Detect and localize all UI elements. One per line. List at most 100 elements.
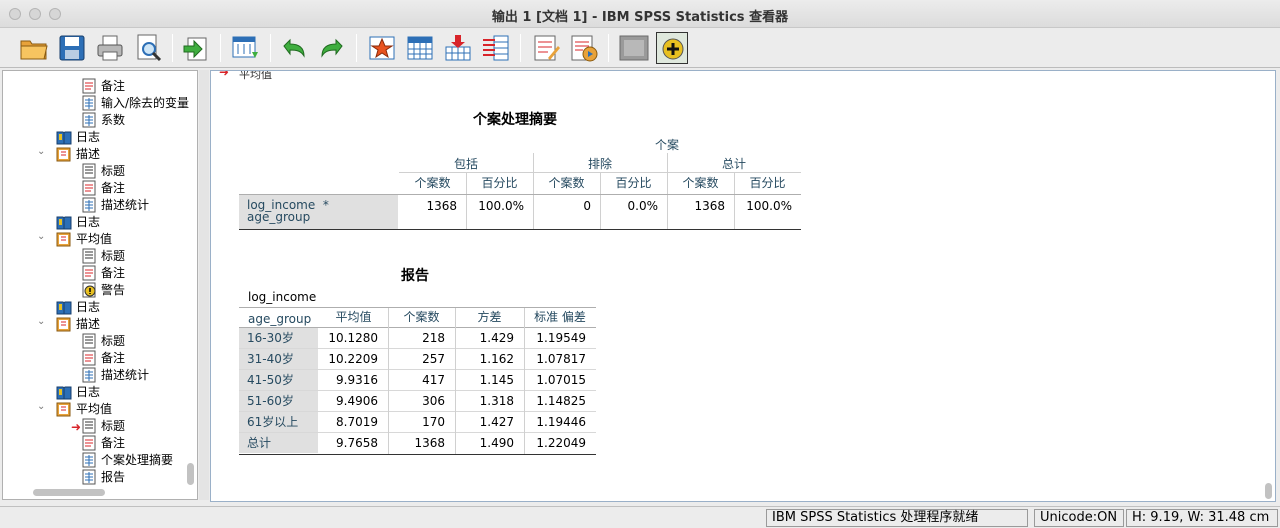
dimensions-status: H: 9.19, W: 31.48 cm — [1126, 509, 1278, 527]
table-icon — [82, 197, 96, 212]
outline-item-label: 日志 — [76, 300, 101, 314]
open-icon[interactable] — [18, 32, 50, 64]
table-icon — [82, 452, 96, 467]
outline-hscrollbar[interactable] — [33, 489, 105, 496]
outline-item-label: 描述 — [76, 147, 101, 161]
outline-item[interactable]: 备注 — [81, 434, 125, 451]
pane-splitter[interactable] — [199, 70, 209, 500]
collapse-toggle-icon[interactable]: ⌄ — [37, 316, 45, 327]
table-cell: 1.427 — [479, 415, 514, 429]
table-cell: 1368 — [426, 199, 457, 213]
goto-case-icon[interactable] — [366, 32, 398, 64]
content-vscrollbar[interactable] — [1265, 483, 1272, 499]
report-row-label: 41-50岁 — [239, 370, 318, 390]
outline-item-label: 平均值 — [76, 232, 113, 246]
dependent-variable-label: log_income — [248, 290, 317, 304]
table-cell: 0 — [583, 199, 591, 213]
case-group-header: 个案 — [654, 138, 679, 152]
status-bar: IBM SPSS Statistics 处理程序就绪 Unicode:ON H:… — [0, 506, 1280, 528]
hide-icon[interactable] — [618, 32, 650, 64]
outline-item[interactable]: 系数 — [81, 111, 125, 128]
table-cell: 1.14825 — [536, 394, 586, 408]
outline-item-label: 个案处理摘要 — [101, 453, 174, 467]
outline-item[interactable]: 描述 — [56, 145, 100, 162]
procedure-icon — [56, 402, 71, 416]
redo-icon[interactable] — [316, 32, 348, 64]
outline-item[interactable]: 警告 — [81, 281, 125, 298]
export-icon[interactable] — [180, 32, 212, 64]
notes-icon — [82, 265, 96, 280]
outline-item[interactable]: 标题 — [81, 332, 125, 349]
outline-item-label: 备注 — [101, 79, 126, 93]
outline-item[interactable]: 备注 — [81, 349, 125, 366]
col-header: 个案数 — [414, 176, 451, 190]
current-item-arrow-icon: ➜ — [71, 420, 82, 434]
warning-icon — [82, 282, 96, 297]
outline-item-label: 标题 — [101, 249, 126, 263]
notes-icon — [82, 78, 96, 93]
outline-item-label: 日志 — [76, 385, 101, 399]
print-icon[interactable] — [94, 32, 126, 64]
insert-cases-icon[interactable] — [442, 32, 474, 64]
outline-item-label: 备注 — [101, 351, 126, 365]
outline-item-label: 输入/除去的变量 — [101, 96, 190, 110]
outline-item[interactable]: 输入/除去的变量 — [81, 94, 189, 111]
table-cell: 10.2209 — [328, 352, 378, 366]
outline-pane[interactable]: 备注 输入/除去的变量 系数 日志 描述 标题 备注 描述统计 日志 平均值 标题 备注 警告 日志 描述标… — [2, 70, 198, 500]
outline-item[interactable]: 平均值 — [56, 400, 112, 417]
outline-item[interactable]: 个案处理摘要 — [81, 451, 173, 468]
outline-item[interactable]: 报告 — [81, 468, 125, 485]
collapse-toggle-icon[interactable]: ⌄ — [37, 401, 45, 412]
outline-item[interactable]: 日志 — [56, 298, 100, 315]
table-cell: 8.7019 — [336, 415, 378, 429]
table-cell: 306 — [422, 394, 445, 408]
outline-item[interactable]: 日志 — [56, 128, 100, 145]
report-row-label: 31-40岁 — [239, 349, 318, 369]
outline-item-label: 备注 — [101, 436, 126, 450]
script-icon[interactable] — [568, 32, 600, 64]
outline-item[interactable]: 描述统计 — [81, 366, 149, 383]
outline-item[interactable]: 标题 — [81, 417, 125, 434]
undo-icon[interactable] — [278, 32, 310, 64]
outline-item[interactable]: 日志 — [56, 383, 100, 400]
output-content-pane[interactable]: ➜ 平均值 个案处理摘要 个案 包括 排除 总计 个案数 百分比 个案数 百分比… — [210, 70, 1276, 502]
variables-icon[interactable] — [480, 32, 512, 64]
edit-output-icon[interactable] — [530, 32, 562, 64]
col-header: 个案数 — [548, 176, 585, 190]
outline-item[interactable]: 描述 — [56, 315, 100, 332]
outline-item[interactable]: 日志 — [56, 213, 100, 230]
goto-data-icon[interactable] — [230, 32, 262, 64]
insert-icon[interactable] — [656, 32, 688, 64]
outline-vscrollbar[interactable] — [187, 463, 194, 485]
outline-item[interactable]: 描述统计 — [81, 196, 149, 213]
log-icon — [56, 386, 72, 399]
table-cell: 1.162 — [479, 352, 514, 366]
collapse-toggle-icon[interactable]: ⌄ — [37, 146, 45, 157]
title-icon — [82, 163, 96, 178]
col-header: 百分比 — [481, 176, 518, 190]
collapse-toggle-icon[interactable]: ⌄ — [37, 231, 45, 242]
outline-item[interactable]: 备注 — [81, 264, 125, 281]
procedure-icon — [56, 232, 71, 246]
outline-item[interactable]: 标题 — [81, 247, 125, 264]
goto-variable-icon[interactable] — [404, 32, 436, 64]
table-cell: 10.1280 — [328, 331, 378, 345]
case-summary-row-label: log_income * age_group — [239, 195, 398, 229]
table-icon — [82, 95, 96, 110]
table-icon — [82, 469, 96, 484]
outline-item[interactable]: 平均值 — [56, 230, 112, 247]
table-cell: 0.0% — [627, 199, 659, 213]
save-icon[interactable] — [56, 32, 88, 64]
outline-item-label: 系数 — [101, 113, 126, 127]
col-header: 平均值 — [335, 310, 372, 324]
print-preview-icon[interactable] — [132, 32, 164, 64]
table-cell: 1.19446 — [536, 415, 586, 429]
outline-item[interactable]: 备注 — [81, 179, 125, 196]
report-row-label: 61岁以上 — [239, 412, 318, 432]
table-cell: 1368 — [414, 436, 445, 450]
outline-item[interactable]: 标题 — [81, 162, 125, 179]
outline-item[interactable]: 备注 — [81, 77, 125, 94]
outline-item-label: 标题 — [101, 164, 126, 178]
outline-item-label: 备注 — [101, 181, 126, 195]
outline-item-label: 描述统计 — [101, 368, 150, 382]
